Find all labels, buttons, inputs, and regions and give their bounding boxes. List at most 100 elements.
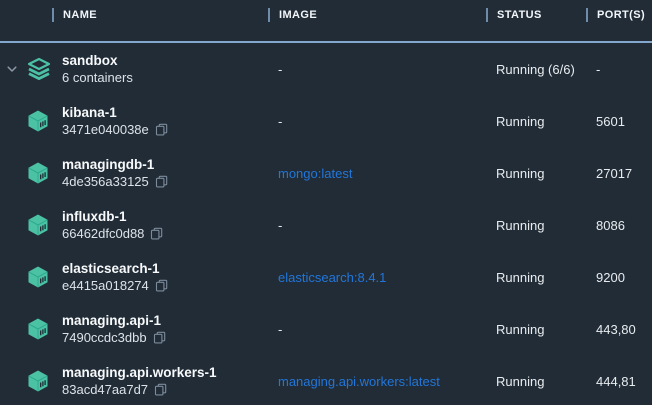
container-cube-icon — [26, 109, 50, 133]
ports-text: - — [586, 62, 652, 77]
copy-icon[interactable] — [154, 383, 167, 396]
ports-text: 27017 — [586, 166, 652, 181]
status-text: Running — [486, 218, 586, 233]
image-cell: - — [268, 114, 486, 129]
expander-cell — [0, 374, 24, 388]
image-cell: - — [268, 218, 486, 233]
copy-icon[interactable] — [155, 279, 168, 292]
image-cell: elasticsearch:8.4.1 — [268, 270, 486, 285]
name-cell: managing.api-1 7490ccdc3dbb — [62, 312, 268, 346]
chevron-down-icon[interactable] — [5, 62, 19, 76]
image-name: - — [278, 322, 282, 337]
copy-icon[interactable] — [155, 123, 168, 136]
image-cell: - — [268, 62, 486, 77]
container-name: kibana-1 — [62, 104, 268, 121]
row-type-icon-cell — [24, 265, 62, 289]
expander-cell — [0, 218, 24, 232]
copy-icon[interactable] — [153, 331, 166, 344]
expander-cell — [0, 270, 24, 284]
container-cube-icon — [26, 265, 50, 289]
container-subline: 6 containers — [62, 69, 268, 86]
image-name: - — [278, 62, 282, 77]
container-cube-icon — [26, 369, 50, 393]
image-cell: mongo:latest — [268, 166, 486, 181]
status-text: Running — [486, 166, 586, 181]
table-row[interactable]: influxdb-1 66462dfc0d88 - Running 8086 — [0, 199, 652, 251]
name-cell: sandbox 6 containers — [62, 52, 268, 86]
containers-table: NAME IMAGE STATUS PORT(S) — [0, 0, 652, 405]
copy-icon[interactable] — [155, 175, 168, 188]
table-row[interactable]: elasticsearch-1 e4415a018274 elasticsear… — [0, 251, 652, 303]
ports-text: 5601 — [586, 114, 652, 129]
column-header-label: STATUS — [497, 9, 542, 21]
status-text: Running — [486, 270, 586, 285]
column-header-status[interactable]: STATUS — [486, 8, 542, 22]
image-name[interactable]: managing.api.workers:latest — [278, 374, 440, 389]
container-name: elasticsearch-1 — [62, 260, 268, 277]
container-cube-icon — [26, 161, 50, 185]
table-row[interactable]: sandbox 6 containers - Running (6/6) - — [0, 43, 652, 95]
container-subline: 4de356a33125 — [62, 173, 268, 190]
expander-cell — [0, 166, 24, 180]
image-name: - — [278, 218, 282, 233]
ports-text: 444,81 — [586, 374, 652, 389]
name-cell: elasticsearch-1 e4415a018274 — [62, 260, 268, 294]
container-id: 83acd47aa7d7 — [62, 381, 148, 398]
row-type-icon-cell — [24, 161, 62, 185]
image-name: - — [278, 114, 282, 129]
column-header-image[interactable]: IMAGE — [268, 8, 317, 22]
container-name: influxdb-1 — [62, 208, 268, 225]
row-type-icon-cell — [24, 109, 62, 133]
expander-cell — [0, 62, 24, 76]
container-subline: 3471e040038e — [62, 121, 268, 138]
container-id: 66462dfc0d88 — [62, 225, 144, 242]
table-body: sandbox 6 containers - Running (6/6) - — [0, 43, 652, 405]
column-separator — [586, 8, 588, 22]
row-type-icon-cell — [24, 57, 62, 81]
compose-stack-icon — [26, 57, 52, 81]
column-separator — [52, 8, 54, 22]
image-cell: managing.api.workers:latest — [268, 374, 486, 389]
container-id: 4de356a33125 — [62, 173, 149, 190]
table-row[interactable]: managingdb-1 4de356a33125 mongo:latest R… — [0, 147, 652, 199]
container-name: managingdb-1 — [62, 156, 268, 173]
status-text: Running — [486, 114, 586, 129]
column-header-name[interactable]: NAME — [52, 8, 97, 22]
expander-cell — [0, 322, 24, 336]
column-header-ports[interactable]: PORT(S) — [586, 8, 645, 22]
name-cell: managing.api.workers-1 83acd47aa7d7 — [62, 364, 268, 398]
image-name[interactable]: elasticsearch:8.4.1 — [278, 270, 386, 285]
table-row[interactable]: managing.api.workers-1 83acd47aa7d7 mana… — [0, 355, 652, 405]
container-subline: 7490ccdc3dbb — [62, 329, 268, 346]
container-id: 3471e040038e — [62, 121, 149, 138]
copy-icon[interactable] — [150, 227, 163, 240]
row-type-icon-cell — [24, 213, 62, 237]
container-id: e4415a018274 — [62, 277, 149, 294]
container-subline: e4415a018274 — [62, 277, 268, 294]
status-text: Running — [486, 374, 586, 389]
container-id: 7490ccdc3dbb — [62, 329, 147, 346]
container-subline: 83acd47aa7d7 — [62, 381, 268, 398]
table-header: NAME IMAGE STATUS PORT(S) — [0, 0, 652, 43]
expander-cell — [0, 114, 24, 128]
ports-text: 9200 — [586, 270, 652, 285]
column-separator — [268, 8, 270, 22]
column-header-label: PORT(S) — [597, 9, 645, 21]
table-row[interactable]: managing.api-1 7490ccdc3dbb - Running 44… — [0, 303, 652, 355]
image-cell: - — [268, 322, 486, 337]
ports-text: 8086 — [586, 218, 652, 233]
name-cell: kibana-1 3471e040038e — [62, 104, 268, 138]
row-type-icon-cell — [24, 317, 62, 341]
ports-text: 443,80 — [586, 322, 652, 337]
status-text: Running (6/6) — [486, 62, 586, 77]
table-row[interactable]: kibana-1 3471e040038e - Running 5601 — [0, 95, 652, 147]
container-cube-icon — [26, 213, 50, 237]
container-name: managing.api.workers-1 — [62, 364, 268, 381]
container-subline: 66462dfc0d88 — [62, 225, 268, 242]
column-separator — [486, 8, 488, 22]
name-cell: influxdb-1 66462dfc0d88 — [62, 208, 268, 242]
row-type-icon-cell — [24, 369, 62, 393]
container-id: 6 containers — [62, 69, 133, 86]
image-name[interactable]: mongo:latest — [278, 166, 352, 181]
container-name: sandbox — [62, 52, 268, 69]
